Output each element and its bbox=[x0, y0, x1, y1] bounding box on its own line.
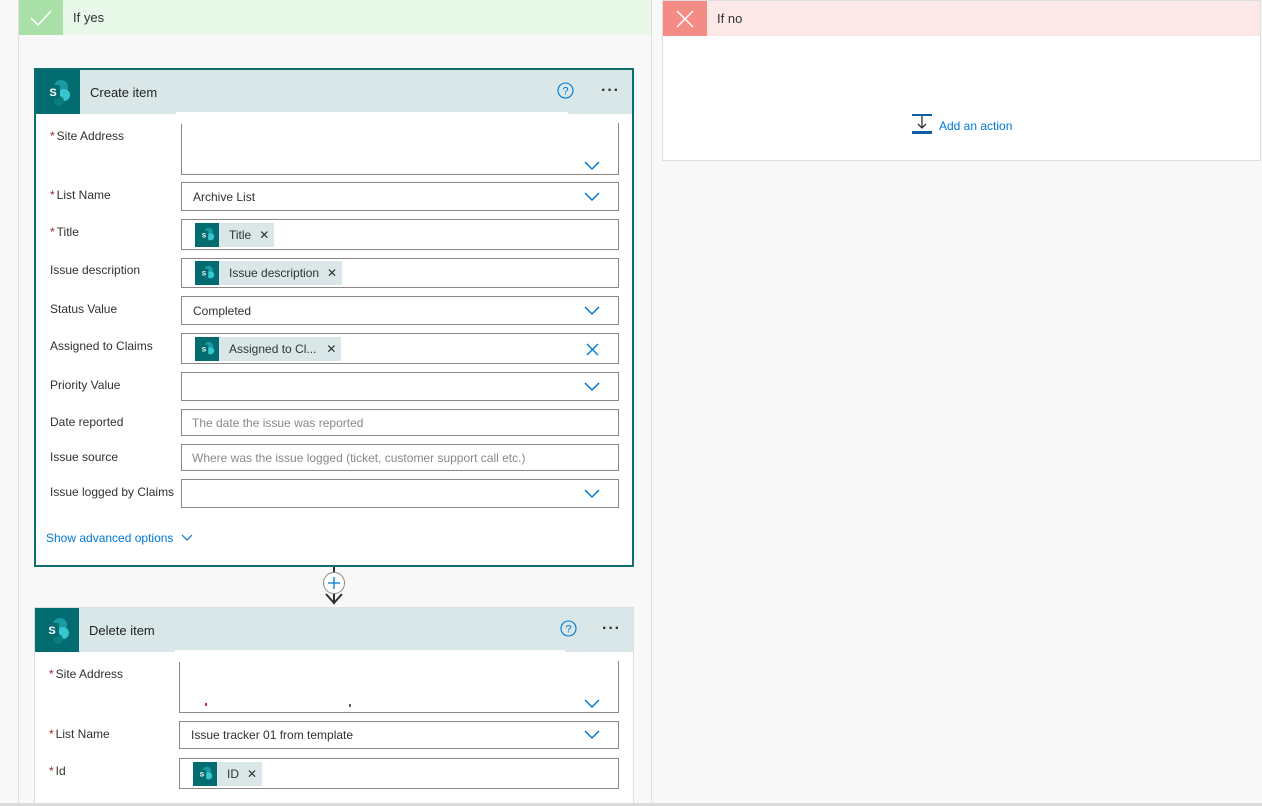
token-label: Issue description bbox=[229, 266, 320, 280]
list-name-select[interactable]: Archive List bbox=[181, 182, 619, 211]
add-action-button[interactable]: Add an action bbox=[911, 113, 1012, 138]
priority-value-label: Priority Value bbox=[50, 378, 121, 392]
date-reported-label: Date reported bbox=[50, 415, 124, 429]
svg-text:S: S bbox=[202, 232, 207, 239]
list-name-select[interactable]: Issue tracker 01 from template bbox=[179, 721, 619, 749]
sharepoint-icon: S bbox=[193, 761, 217, 786]
chevron-down-icon[interactable] bbox=[584, 191, 600, 202]
more-icon[interactable]: ··· bbox=[602, 620, 621, 638]
date-reported-placeholder: The date the issue was reported bbox=[192, 415, 364, 430]
check-icon bbox=[19, 0, 63, 35]
chevron-down-icon[interactable] bbox=[584, 488, 600, 499]
title-label: * Title bbox=[50, 225, 79, 239]
remove-token-icon[interactable]: ✕ bbox=[327, 266, 337, 280]
chevron-down-icon[interactable] bbox=[584, 730, 600, 740]
assigned-to-label: Assigned to Claims bbox=[50, 339, 153, 353]
create-item-header[interactable]: S Create item ? ··· bbox=[36, 70, 632, 114]
more-icon[interactable]: ··· bbox=[601, 82, 620, 100]
add-action-icon bbox=[911, 113, 933, 138]
svg-text:S: S bbox=[200, 771, 205, 778]
list-name-label: * List Name bbox=[49, 727, 110, 741]
if-no-label: If no bbox=[717, 11, 743, 26]
issue-logged-by-select[interactable] bbox=[181, 479, 619, 508]
site-address-label: * Site Address bbox=[49, 667, 124, 681]
issue-description-field[interactable]: S Issue description ✕ bbox=[181, 258, 619, 288]
sharepoint-icon: S bbox=[36, 70, 80, 114]
status-value-value: Completed bbox=[193, 303, 252, 318]
delete-item-card: S Delete item ? ··· * Site Address * List … bbox=[34, 607, 634, 806]
issue-source-input[interactable]: Where was the issue logged (ticket, cust… bbox=[181, 444, 619, 471]
issue-description-token[interactable]: S Issue description ✕ bbox=[195, 261, 343, 285]
chevron-down-icon[interactable] bbox=[584, 381, 600, 392]
id-label: * Id bbox=[49, 764, 66, 778]
site-address-label: * Site Address bbox=[50, 129, 125, 143]
chevron-down-icon[interactable] bbox=[584, 161, 600, 171]
token-label: Title bbox=[229, 227, 252, 242]
issue-logged-by-label: Issue logged by Claims bbox=[50, 485, 175, 499]
token-label: Assigned to Cl... bbox=[229, 341, 317, 356]
svg-text:?: ? bbox=[562, 86, 568, 98]
issue-source-label: Issue source bbox=[50, 450, 119, 464]
svg-text:?: ? bbox=[565, 624, 571, 636]
chevron-down-icon bbox=[182, 534, 193, 541]
id-token[interactable]: S ID ✕ bbox=[193, 761, 263, 786]
remove-token-icon[interactable]: ✕ bbox=[259, 228, 269, 242]
sharepoint-icon: S bbox=[195, 336, 219, 361]
svg-text:S: S bbox=[48, 625, 55, 637]
title-field[interactable]: S Title ✕ bbox=[181, 219, 619, 250]
clear-icon[interactable] bbox=[586, 343, 599, 356]
chevron-down-icon[interactable] bbox=[584, 699, 600, 709]
svg-text:S: S bbox=[202, 346, 207, 353]
site-address-field[interactable] bbox=[181, 123, 619, 175]
assigned-to-token[interactable]: S Assigned to Cl... ✕ bbox=[195, 336, 342, 361]
status-value-label: Status Value bbox=[50, 302, 118, 316]
add-action-label: Add an action bbox=[939, 118, 1013, 133]
if-yes-header[interactable]: If yes bbox=[19, 0, 651, 35]
site-address-field[interactable] bbox=[179, 661, 619, 713]
help-icon[interactable]: ? bbox=[557, 82, 574, 102]
chevron-down-icon[interactable] bbox=[584, 305, 600, 316]
close-icon bbox=[663, 1, 707, 36]
if-yes-label: If yes bbox=[73, 10, 105, 25]
create-item-card: S Create item ? ··· * Site Address * List … bbox=[34, 68, 634, 567]
show-advanced-options-link[interactable]: Show advanced options bbox=[46, 531, 193, 545]
arrow-down-icon bbox=[325, 593, 343, 605]
issue-source-placeholder: Where was the issue logged (ticket, cust… bbox=[192, 450, 526, 465]
delete-item-header[interactable]: S Delete item ? ··· bbox=[35, 608, 633, 652]
show-advanced-label: Show advanced options bbox=[46, 531, 174, 545]
assigned-to-field[interactable]: S Assigned to Cl... ✕ bbox=[181, 333, 619, 364]
token-label: ID bbox=[227, 766, 239, 781]
list-name-label: * List Name bbox=[50, 188, 111, 202]
date-reported-input[interactable]: The date the issue was reported bbox=[181, 409, 619, 436]
sharepoint-icon: S bbox=[195, 222, 219, 247]
list-name-value: Archive List bbox=[193, 189, 256, 204]
svg-text:S: S bbox=[49, 87, 56, 99]
card-title: Create item bbox=[90, 84, 158, 100]
priority-value-select[interactable] bbox=[181, 372, 619, 401]
help-icon[interactable]: ? bbox=[560, 620, 577, 640]
remove-token-icon[interactable]: ✕ bbox=[326, 342, 336, 356]
if-no-header[interactable]: If no bbox=[663, 1, 1260, 36]
sharepoint-icon: S bbox=[195, 261, 219, 285]
status-value-select[interactable]: Completed bbox=[181, 296, 619, 325]
list-name-value: Issue tracker 01 from template bbox=[191, 728, 354, 742]
card-title: Delete item bbox=[89, 622, 155, 638]
svg-text:S: S bbox=[202, 270, 207, 277]
sharepoint-icon: S bbox=[35, 608, 79, 652]
id-field[interactable]: S ID ✕ bbox=[179, 758, 619, 789]
remove-token-icon[interactable]: ✕ bbox=[247, 767, 257, 781]
issue-description-label: Issue description bbox=[50, 263, 141, 277]
title-token[interactable]: S Title ✕ bbox=[195, 222, 275, 247]
if-no-branch: If no Add an action bbox=[662, 0, 1261, 161]
plus-icon bbox=[328, 577, 340, 589]
